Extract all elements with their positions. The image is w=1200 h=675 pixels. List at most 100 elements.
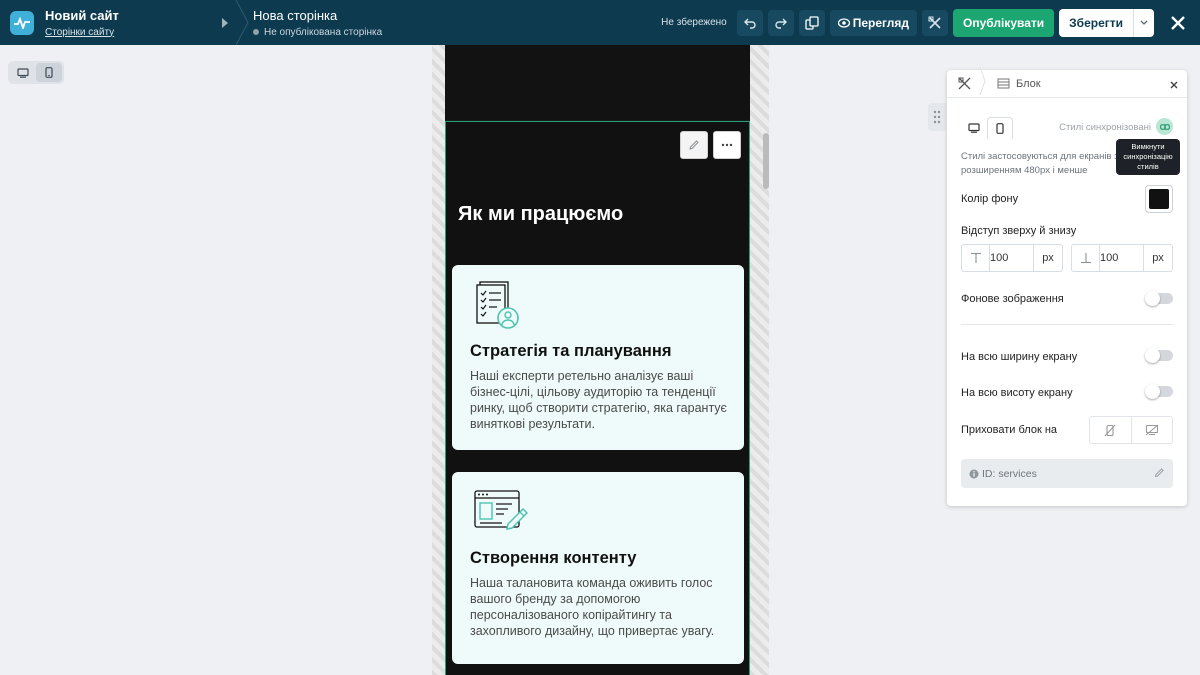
- panel-device-tabs: [961, 117, 1013, 139]
- hide-block-controls: [1089, 416, 1173, 444]
- block-settings-panel: Блок Стилі синхронізовані Стилі застосов…: [947, 66, 1187, 506]
- copy-pages-icon: [805, 15, 819, 30]
- card-text: Наша талановита команда оживить голос ва…: [470, 576, 715, 638]
- page-info[interactable]: Нова сторінка Не опублікована сторінка: [253, 8, 382, 38]
- padding-top-icon: [962, 245, 990, 271]
- full-height-label: На всю висоту екрану: [961, 387, 1073, 399]
- panel-header: Блок: [947, 66, 1187, 100]
- padding-bottom-icon: [1072, 245, 1100, 271]
- undo-button[interactable]: [736, 9, 763, 36]
- mobile-hidden-icon: [1104, 424, 1116, 436]
- link-icon: [1159, 123, 1170, 130]
- pencil-icon: [689, 140, 699, 150]
- hide-block-label: Приховати блок на: [961, 424, 1058, 436]
- mobile-icon: [996, 123, 1004, 134]
- bg-image-toggle[interactable]: [1145, 291, 1173, 306]
- edit-block-button[interactable]: [680, 131, 708, 159]
- selected-block-services[interactable]: Як ми працюємо Стратегія та планування Н…: [445, 121, 750, 675]
- device-switcher: [8, 61, 64, 84]
- service-card[interactable]: Створення контенту Наша талановита коман…: [452, 472, 744, 664]
- drag-dots-icon: [933, 110, 941, 124]
- block-id-field[interactable]: ID: services: [961, 459, 1173, 488]
- page-status: Не опублікована сторінка: [253, 27, 382, 38]
- section-title[interactable]: Як ми працюємо: [458, 203, 623, 226]
- page-status-text: Не опублікована сторінка: [264, 26, 383, 38]
- save-button-group: Зберегти: [1059, 8, 1154, 37]
- history-button[interactable]: [798, 9, 825, 36]
- site-name: Новий сайт: [45, 7, 119, 23]
- padding-top-input[interactable]: [990, 245, 1034, 271]
- more-dots-icon: [721, 143, 733, 147]
- divider: [961, 324, 1173, 325]
- more-options-button[interactable]: [713, 131, 741, 159]
- padding-top-unit: px: [1042, 252, 1054, 264]
- padding-bottom-control: px: [1071, 244, 1173, 272]
- block-id-text: ID: services: [982, 467, 1037, 480]
- preview-button[interactable]: Перегляд: [829, 9, 917, 36]
- close-icon: [1170, 81, 1178, 89]
- card-text: Наші експерти ретельно аналізує ваші біз…: [470, 369, 727, 431]
- color-swatch-fill: [1149, 189, 1169, 209]
- bg-color-label: Колір фону: [961, 193, 1019, 205]
- breadcrumb-chevron-icon: [979, 66, 989, 100]
- padding-top-control: px: [961, 244, 1063, 272]
- block-layout-icon: [997, 78, 1010, 89]
- mobile-page-preview: Як ми працюємо Стратегія та планування Н…: [445, 45, 750, 675]
- design-tools-icon[interactable]: [953, 77, 975, 90]
- top-actions: Не збережено Перегляд Опублікувати Збере…: [661, 0, 1200, 45]
- save-options-button[interactable]: [1134, 9, 1154, 37]
- ruler-pencil-icon: [928, 16, 941, 29]
- site-info: Новий сайт Сторінки сайту: [45, 8, 205, 38]
- close-icon: [1171, 15, 1185, 30]
- desktop-hidden-icon: [1145, 424, 1159, 436]
- page-name: Нова сторінка: [253, 7, 338, 23]
- publish-button[interactable]: Опублікувати: [952, 8, 1055, 37]
- unsaved-label: Не збережено: [661, 17, 727, 28]
- app-logo-icon[interactable]: [10, 10, 34, 35]
- caret-right-icon: [215, 0, 235, 45]
- responsive-hint: Стилі застосовуються для екранів з розши…: [961, 151, 1119, 176]
- panel-title: Блок: [1016, 77, 1041, 90]
- bg-image-label: Фонове зображення: [961, 293, 1064, 305]
- edit-id-icon[interactable]: [1154, 467, 1165, 481]
- breadcrumb-divider: [235, 0, 249, 46]
- styles-synced-label: Стилі синхронізовані: [1059, 122, 1151, 133]
- full-width-toggle[interactable]: [1145, 348, 1173, 363]
- redo-icon: [775, 18, 787, 29]
- top-bar: Новий сайт Сторінки сайту Нова сторінка …: [0, 0, 1200, 46]
- padding-bottom-unit: px: [1152, 252, 1164, 264]
- close-panel-button[interactable]: [1169, 77, 1179, 95]
- full-width-label: На всю ширину екрану: [961, 351, 1078, 363]
- mobile-view-button[interactable]: [36, 63, 62, 82]
- close-editor-button[interactable]: [1166, 11, 1190, 35]
- document-checklist-person-icon: [474, 281, 522, 336]
- padding-bottom-input[interactable]: [1100, 245, 1144, 271]
- undo-icon: [743, 18, 756, 29]
- hide-on-desktop-button[interactable]: [1130, 417, 1173, 443]
- service-card[interactable]: Стратегія та планування Наші експерти ре…: [452, 265, 744, 450]
- preview-label: Перегляд: [852, 15, 909, 30]
- bg-color-picker[interactable]: [1145, 185, 1173, 213]
- full-height-toggle[interactable]: [1145, 384, 1173, 399]
- desktop-icon: [17, 67, 29, 78]
- canvas-scrollbar[interactable]: [763, 133, 769, 189]
- toggle-sync-button[interactable]: [1156, 118, 1173, 135]
- block-actions: [675, 131, 741, 159]
- desktop-view-button[interactable]: [10, 63, 36, 82]
- padding-label: Відступ зверху й знизу: [961, 225, 1077, 237]
- redo-button[interactable]: [767, 9, 794, 36]
- previous-section[interactable]: [445, 45, 750, 121]
- panel-mobile-tab[interactable]: [987, 117, 1013, 139]
- save-button[interactable]: Зберегти: [1059, 8, 1134, 37]
- card-title: Стратегія та планування: [470, 342, 672, 360]
- design-tools-button[interactable]: [921, 9, 948, 36]
- status-dot-icon: [253, 29, 259, 35]
- site-pages-link[interactable]: Сторінки сайту: [45, 27, 205, 38]
- desktop-icon: [968, 123, 980, 133]
- panel-desktop-tab[interactable]: [961, 117, 987, 139]
- hide-on-mobile-button[interactable]: [1090, 417, 1131, 443]
- panel-drag-handle[interactable]: [928, 103, 946, 131]
- info-icon: [969, 469, 979, 479]
- mobile-icon: [45, 67, 53, 78]
- chevron-down-icon: [1140, 20, 1148, 25]
